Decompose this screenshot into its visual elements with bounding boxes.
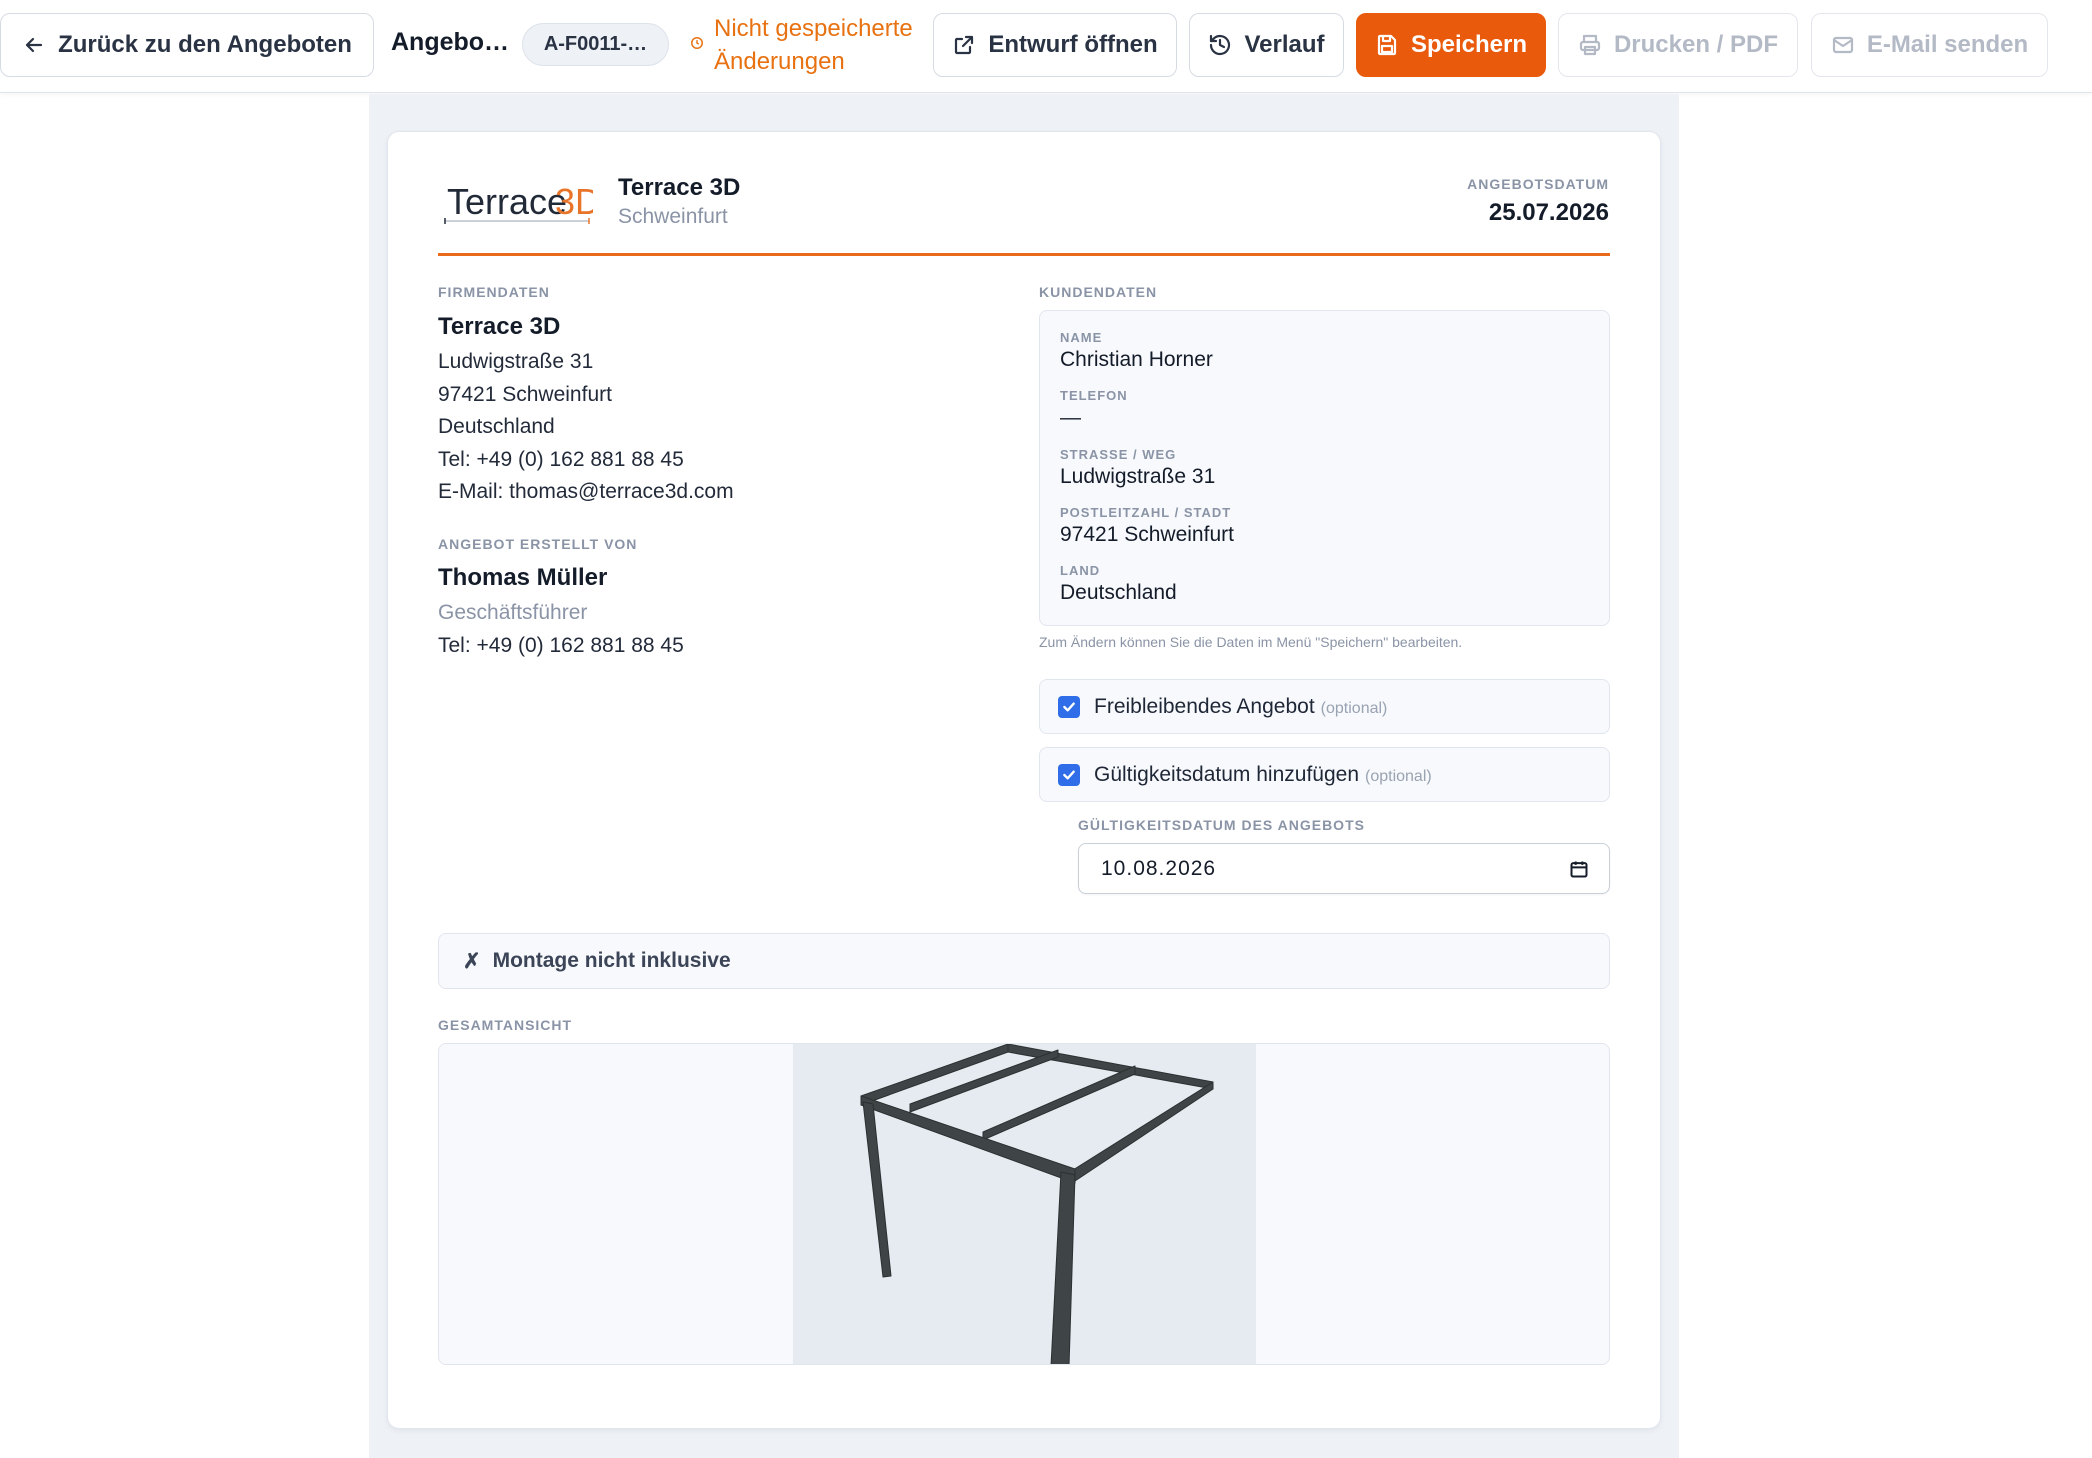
- checkmark-icon: [1063, 770, 1075, 779]
- customer-section-label: KUNDENDATEN: [1039, 284, 1158, 300]
- open-draft-label: Entwurf öffnen: [988, 31, 1158, 58]
- pergola-render[interactable]: [793, 1044, 1256, 1364]
- customer-edit-hint: Zum Ändern können Sie die Daten im Menü …: [1039, 634, 1463, 650]
- company-country: Deutschland: [438, 415, 555, 438]
- unsaved-line-1: Nicht gespeicherte: [714, 15, 913, 42]
- customer-country-label: LAND: [1060, 563, 1101, 578]
- creator-role: Geschäftsführer: [438, 601, 588, 624]
- cross-icon: ✗: [463, 949, 481, 973]
- freibleibend-option[interactable]: Freibleibendes Angebot (optional): [1039, 679, 1610, 734]
- open-draft-button[interactable]: Entwurf öffnen: [933, 13, 1177, 77]
- overview-3d-view[interactable]: [438, 1043, 1610, 1365]
- back-button-label: Zurück zu den Angeboten: [58, 31, 352, 58]
- creator-name: Thomas Müller: [438, 564, 608, 591]
- history-button[interactable]: Verlauf: [1189, 13, 1344, 77]
- history-icon: [1210, 34, 1231, 56]
- send-email-button[interactable]: E-Mail senden: [1811, 13, 2048, 77]
- customer-street-label: STRASSE / WEG: [1060, 447, 1177, 462]
- header-company-name: Terrace 3D: [618, 174, 741, 201]
- freibleibend-checkbox[interactable]: [1058, 695, 1080, 718]
- save-label: Speichern: [1410, 31, 1528, 58]
- customer-city: 97421 Schweinfurt: [1060, 523, 1234, 546]
- floppy-disk-icon: [1377, 34, 1397, 56]
- toolbar: Zurück zu den Angeboten Angebo… A-F0011-…: [0, 0, 2092, 93]
- print-label: Drucken / PDF: [1613, 31, 1779, 58]
- company-name: Terrace 3D: [438, 313, 561, 340]
- offer-date-value: 25.07.2026: [1488, 199, 1609, 226]
- overview-section-label: GESAMTANSICHT: [438, 1017, 573, 1033]
- customer-name: Christian Horner: [1060, 348, 1213, 371]
- mail-icon: [1832, 36, 1853, 54]
- customer-phone: —: [1060, 406, 1081, 429]
- customer-name-label: NAME: [1060, 330, 1103, 345]
- creator-phone: Tel: +49 (0) 162 881 88 45: [438, 634, 684, 657]
- save-button[interactable]: Speichern: [1356, 13, 1546, 77]
- validity-date-input[interactable]: 10.08.2026: [1078, 843, 1610, 894]
- company-section-label: FIRMENDATEN: [438, 284, 550, 300]
- company-street: Ludwigstraße 31: [438, 350, 594, 373]
- back-to-offers-button[interactable]: Zurück zu den Angeboten: [0, 13, 374, 77]
- optional-tag: (optional): [1365, 767, 1432, 785]
- checkmark-icon: [1063, 702, 1075, 711]
- email-label: E-Mail senden: [1866, 31, 2029, 58]
- company-logo: Terrace 3D: [443, 177, 601, 227]
- offer-id-badge: A-F0011-…: [522, 23, 669, 66]
- montage-label: Montage nicht inklusive: [492, 949, 731, 972]
- unsaved-line-2: Änderungen: [714, 48, 845, 75]
- customer-street: Ludwigstraße 31: [1060, 465, 1216, 488]
- calendar-icon[interactable]: [1569, 859, 1589, 879]
- company-city: 97421 Schweinfurt: [438, 383, 612, 406]
- creator-section-label: ANGEBOT ERSTELLT VON: [438, 536, 638, 552]
- header-company-city: Schweinfurt: [618, 205, 728, 228]
- svg-text:Terrace: Terrace: [447, 181, 567, 222]
- svg-text:3D: 3D: [555, 181, 593, 222]
- pergola-frame-image: [860, 1044, 1214, 1364]
- validity-label: Gültigkeitsdatum hinzufügen (optional): [1094, 762, 1432, 786]
- optional-tag: (optional): [1320, 699, 1388, 717]
- validity-date-value: 10.08.2026: [1101, 856, 1217, 880]
- customer-city-label: POSTLEITZAHL / STADT: [1060, 505, 1232, 520]
- clock-icon: [691, 37, 703, 49]
- customer-country: Deutschland: [1060, 581, 1177, 604]
- montage-info-bar: ✗ Montage nicht inklusive: [438, 933, 1610, 989]
- offer-title: Angebo…: [391, 28, 510, 56]
- company-phone: Tel: +49 (0) 162 881 88 45: [438, 448, 684, 471]
- unsaved-changes-indicator: Nicht gespeicherte Änderungen: [690, 12, 913, 78]
- freibleibend-label: Freibleibendes Angebot (optional): [1094, 694, 1388, 718]
- company-email: E-Mail: thomas@terrace3d.com: [438, 480, 734, 503]
- offer-date-label: ANGEBOTSDATUM: [1467, 176, 1609, 192]
- validity-date-label: GÜLTIGKEITSDATUM DES ANGEBOTS: [1078, 817, 1365, 833]
- header-divider: [438, 253, 1610, 256]
- print-pdf-button[interactable]: Drucken / PDF: [1558, 13, 1798, 77]
- validity-option[interactable]: Gültigkeitsdatum hinzufügen (optional): [1039, 747, 1610, 802]
- history-label: Verlauf: [1244, 31, 1325, 58]
- external-link-icon: [955, 35, 974, 55]
- printer-icon: [1579, 34, 1601, 56]
- customer-phone-label: TELEFON: [1060, 388, 1128, 403]
- arrow-left-icon: [26, 37, 43, 53]
- validity-checkbox[interactable]: [1058, 763, 1080, 786]
